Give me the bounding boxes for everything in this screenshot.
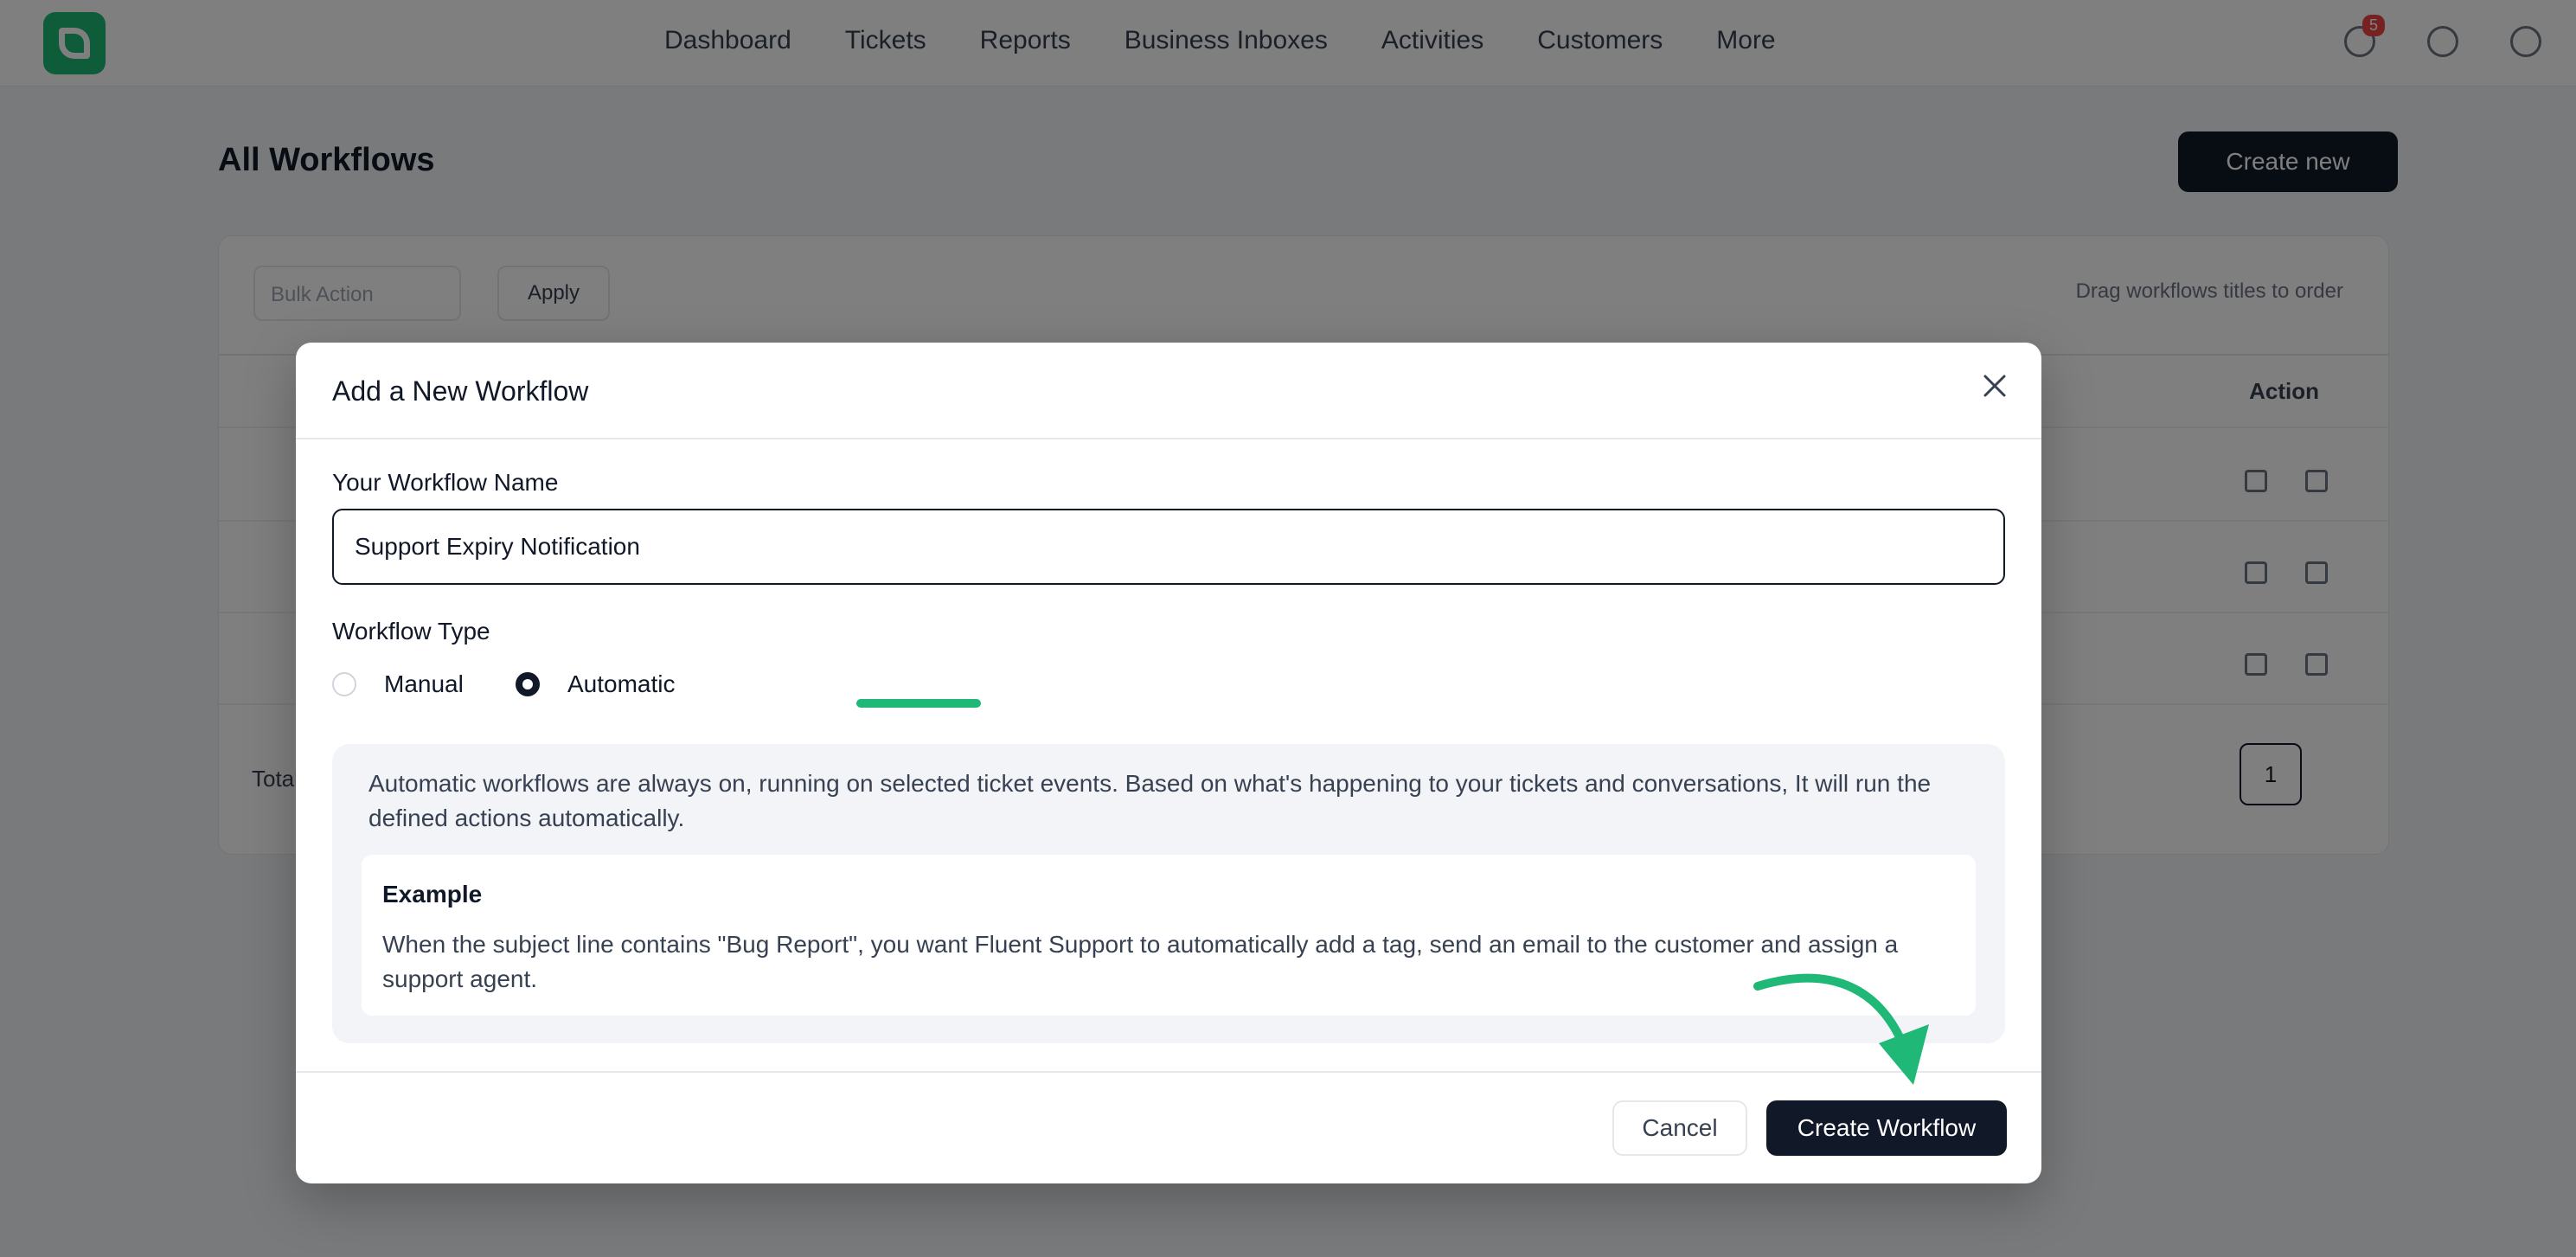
close-button[interactable] <box>1976 367 2014 405</box>
workflow-name-label: Your Workflow Name <box>332 469 559 496</box>
radio-automatic[interactable]: Automatic <box>516 664 676 704</box>
radio-manual-circle[interactable] <box>332 672 356 696</box>
modal-header: Add a New Workflow <box>296 343 2041 439</box>
radio-automatic-circle[interactable] <box>516 672 540 696</box>
cancel-button[interactable]: Cancel <box>1612 1100 1747 1156</box>
workflow-name-input[interactable] <box>332 509 2005 585</box>
workflow-type-description: Automatic workflows are always on, runni… <box>368 770 1932 831</box>
workflow-type-label: Workflow Type <box>332 618 490 645</box>
arrow-annotation-icon <box>1753 973 1929 1085</box>
highlight-underline <box>856 699 981 708</box>
example-text: When the subject line contains "Bug Repo… <box>382 931 1899 992</box>
radio-manual[interactable]: Manual <box>332 664 464 704</box>
example-title: Example <box>382 881 483 907</box>
modal-title: Add a New Workflow <box>332 375 589 407</box>
add-workflow-modal: Add a New Workflow Your Workflow Name Wo… <box>296 343 2041 1183</box>
radio-manual-label: Manual <box>384 670 464 697</box>
close-icon <box>1983 375 2006 397</box>
example-card: Example When the subject line contains "… <box>362 855 1976 1016</box>
radio-automatic-label: Automatic <box>567 670 676 697</box>
